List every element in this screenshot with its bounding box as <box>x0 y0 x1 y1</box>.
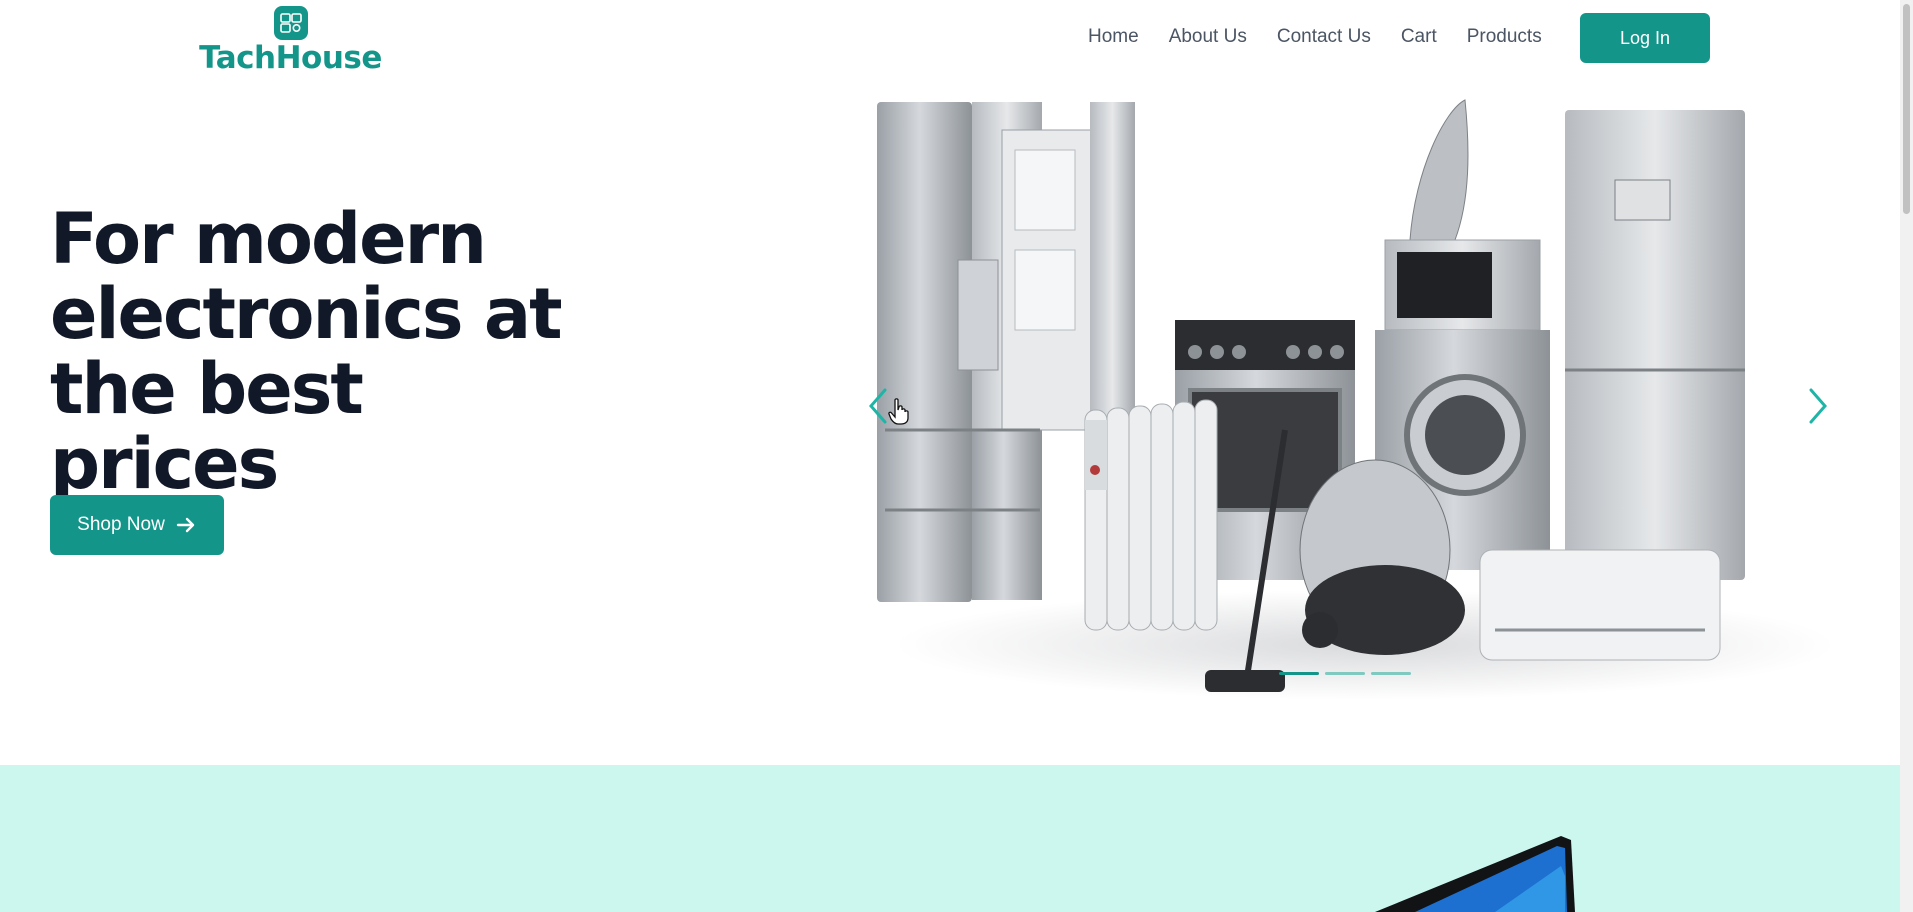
login-button[interactable]: Log In <box>1580 13 1710 63</box>
shop-now-button[interactable]: Shop Now <box>50 495 224 555</box>
nav-about-us[interactable]: About Us <box>1169 26 1247 48</box>
shop-now-label: Shop Now <box>77 514 165 535</box>
nav-contact-us[interactable]: Contact Us <box>1277 26 1371 48</box>
logo-badge-icon <box>274 6 308 40</box>
nav-home[interactable]: Home <box>1088 26 1139 48</box>
appliances-image <box>877 99 1835 700</box>
hero-title: For modern electronics at the best price… <box>50 198 563 505</box>
hero-carousel <box>845 90 1855 710</box>
hand-cursor-icon <box>888 398 909 425</box>
carousel-indicators <box>1279 672 1411 675</box>
nav-cart[interactable]: Cart <box>1401 26 1437 48</box>
nav-products[interactable]: Products <box>1467 26 1542 48</box>
arrow-right-icon <box>176 517 195 533</box>
laptop-image <box>1375 836 1575 912</box>
carousel-dot-2[interactable] <box>1325 672 1365 675</box>
site-header: TachHouse Home About Us Contact Us Cart … <box>0 0 1900 78</box>
logo-text: TachHouse <box>199 40 382 76</box>
carousel-dot-1[interactable] <box>1279 672 1319 675</box>
chevron-right-icon[interactable] <box>1805 386 1831 426</box>
scrollbar-thumb[interactable] <box>1903 4 1910 214</box>
featured-section <box>0 765 1900 912</box>
main-nav: Home About Us Contact Us Cart Products <box>1088 26 1572 48</box>
page-scrollbar[interactable] <box>1900 0 1913 912</box>
carousel-dot-3[interactable] <box>1371 672 1411 675</box>
site-logo[interactable]: TachHouse <box>188 4 393 76</box>
